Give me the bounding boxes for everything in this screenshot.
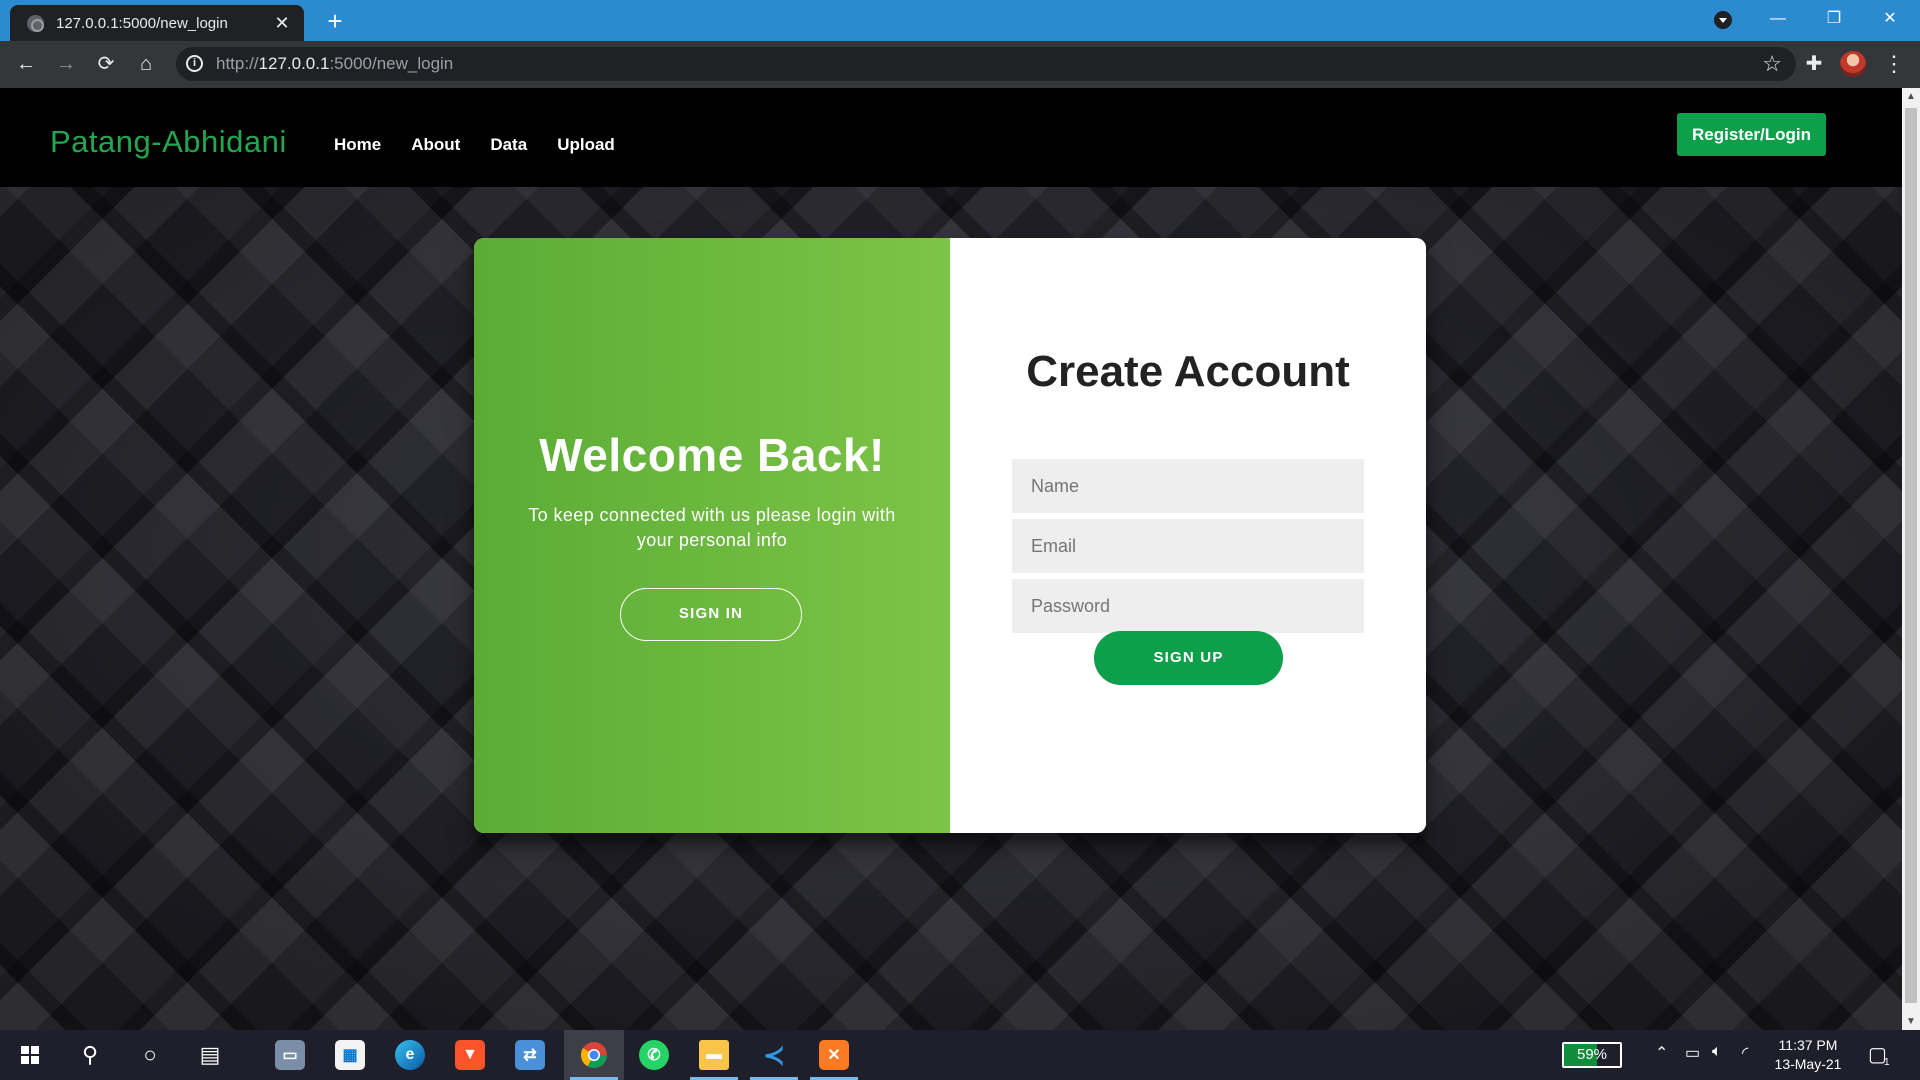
welcome-title: Welcome Back!	[539, 429, 885, 481]
url-text[interactable]: http://127.0.0.1:5000/new_login	[216, 47, 453, 81]
nav-link-about[interactable]: About	[411, 135, 460, 155]
info-icon[interactable]: i	[186, 55, 203, 72]
tab-title: 127.0.0.1:5000/new_login	[56, 14, 228, 32]
close-window-icon[interactable]: ✕	[1862, 0, 1918, 38]
name-input[interactable]	[1012, 459, 1364, 513]
reload-icon[interactable]: ⟳	[92, 50, 120, 78]
start-icon[interactable]	[0, 1030, 60, 1080]
email-input[interactable]	[1012, 519, 1364, 573]
notification-count: 1	[1884, 1057, 1890, 1068]
welcome-panel: Welcome Back! To keep connected with us …	[474, 238, 950, 833]
password-input[interactable]	[1012, 579, 1364, 633]
search-icon[interactable]: ⚲	[60, 1030, 120, 1080]
network-app-icon[interactable]: ⇄	[500, 1030, 560, 1080]
form-title: Create Account	[1026, 347, 1350, 396]
file-explorer-icon[interactable]: ▬	[684, 1030, 744, 1080]
back-icon[interactable]: ←	[12, 50, 40, 78]
page-viewport: Patang-Abhidani Home About Data Upload R…	[0, 88, 1902, 1030]
clock-date: 13-May-21	[1774, 1056, 1842, 1072]
signup-form: Create Account SIGN UP	[950, 238, 1426, 833]
extensions-puzzle-icon[interactable]: ✚	[1800, 50, 1828, 78]
browser-tab[interactable]: 127.0.0.1:5000/new_login ✕	[10, 5, 304, 41]
microsoft-store-icon[interactable]: ▦	[320, 1030, 380, 1080]
site-brand[interactable]: Patang-Abhidani	[50, 124, 287, 160]
forward-icon[interactable]: →	[52, 50, 80, 78]
browser-titlebar: 127.0.0.1:5000/new_login ✕ + — ❐ ✕	[0, 0, 1920, 41]
browser-toolbar: ← → ⟳ ⌂ i http://127.0.0.1:5000/new_logi…	[0, 41, 1920, 88]
system-clock[interactable]: 11:37 PM 13-May-21	[1768, 1036, 1848, 1074]
nav-link-home[interactable]: Home	[334, 135, 381, 155]
wifi-icon[interactable]: ◜	[1742, 1043, 1748, 1063]
volume-icon[interactable]: 🔈︎	[1712, 1043, 1722, 1061]
chrome-icon[interactable]	[564, 1030, 624, 1080]
task-view-icon[interactable]: ▤	[180, 1030, 240, 1080]
address-bar[interactable]: i http://127.0.0.1:5000/new_login ☆	[176, 47, 1796, 81]
welcome-text: To keep connected with us please login w…	[528, 505, 896, 550]
restore-icon[interactable]: ❐	[1806, 0, 1862, 38]
clock-time: 11:37 PM	[1778, 1037, 1838, 1053]
scroll-down-arrow-icon[interactable]: ▼	[1902, 1013, 1920, 1030]
battery-indicator[interactable]: 59%	[1562, 1042, 1622, 1068]
globe-icon	[27, 14, 44, 32]
home-icon[interactable]: ⌂	[132, 50, 160, 78]
minimize-icon[interactable]: —	[1750, 0, 1806, 38]
show-hidden-icons-chevron-icon[interactable]: ⌃	[1655, 1043, 1668, 1063]
vscode-icon[interactable]: ≺	[744, 1030, 804, 1080]
edge-icon[interactable]: e	[380, 1030, 440, 1080]
cortana-icon[interactable]: ○	[120, 1030, 180, 1080]
xampp-icon[interactable]: ✕	[804, 1030, 864, 1080]
scroll-up-arrow-icon[interactable]: ▲	[1902, 88, 1920, 105]
remote-desktop-icon[interactable]: ▭	[260, 1030, 320, 1080]
site-navbar: Patang-Abhidani Home About Data Upload R…	[0, 88, 1902, 187]
register-login-button[interactable]: Register/Login	[1677, 113, 1826, 156]
scroll-thumb[interactable]	[1905, 108, 1917, 1003]
nav-links: Home About Data Upload	[334, 135, 645, 155]
page-scrollbar[interactable]: ▲ ▼	[1902, 88, 1920, 1030]
battery-icon[interactable]: ▭	[1685, 1043, 1700, 1063]
windows-taskbar: ⚲ ○ ▤ ▭ ▦ e ▼ ⇄ ✆ ▬ ≺ ✕ 59% ⌃ ▭ 🔈︎ ◜ 11:…	[0, 1030, 1920, 1080]
auth-card: Welcome Back! To keep connected with us …	[474, 238, 1426, 833]
nav-link-upload[interactable]: Upload	[557, 135, 615, 155]
close-tab-icon[interactable]: ✕	[272, 13, 292, 33]
tab-search-icon[interactable]	[1714, 11, 1732, 29]
sign-in-button[interactable]: SIGN IN	[620, 588, 802, 641]
chrome-menu-icon[interactable]: ⋮	[1880, 50, 1908, 78]
brave-icon[interactable]: ▼	[440, 1030, 500, 1080]
nav-link-data[interactable]: Data	[490, 135, 527, 155]
profile-avatar[interactable]	[1840, 51, 1866, 77]
whatsapp-icon[interactable]: ✆	[624, 1030, 684, 1080]
bookmark-star-icon[interactable]: ☆	[1762, 50, 1782, 78]
new-tab-button[interactable]: +	[322, 8, 348, 34]
sign-up-button[interactable]: SIGN UP	[1094, 631, 1283, 685]
